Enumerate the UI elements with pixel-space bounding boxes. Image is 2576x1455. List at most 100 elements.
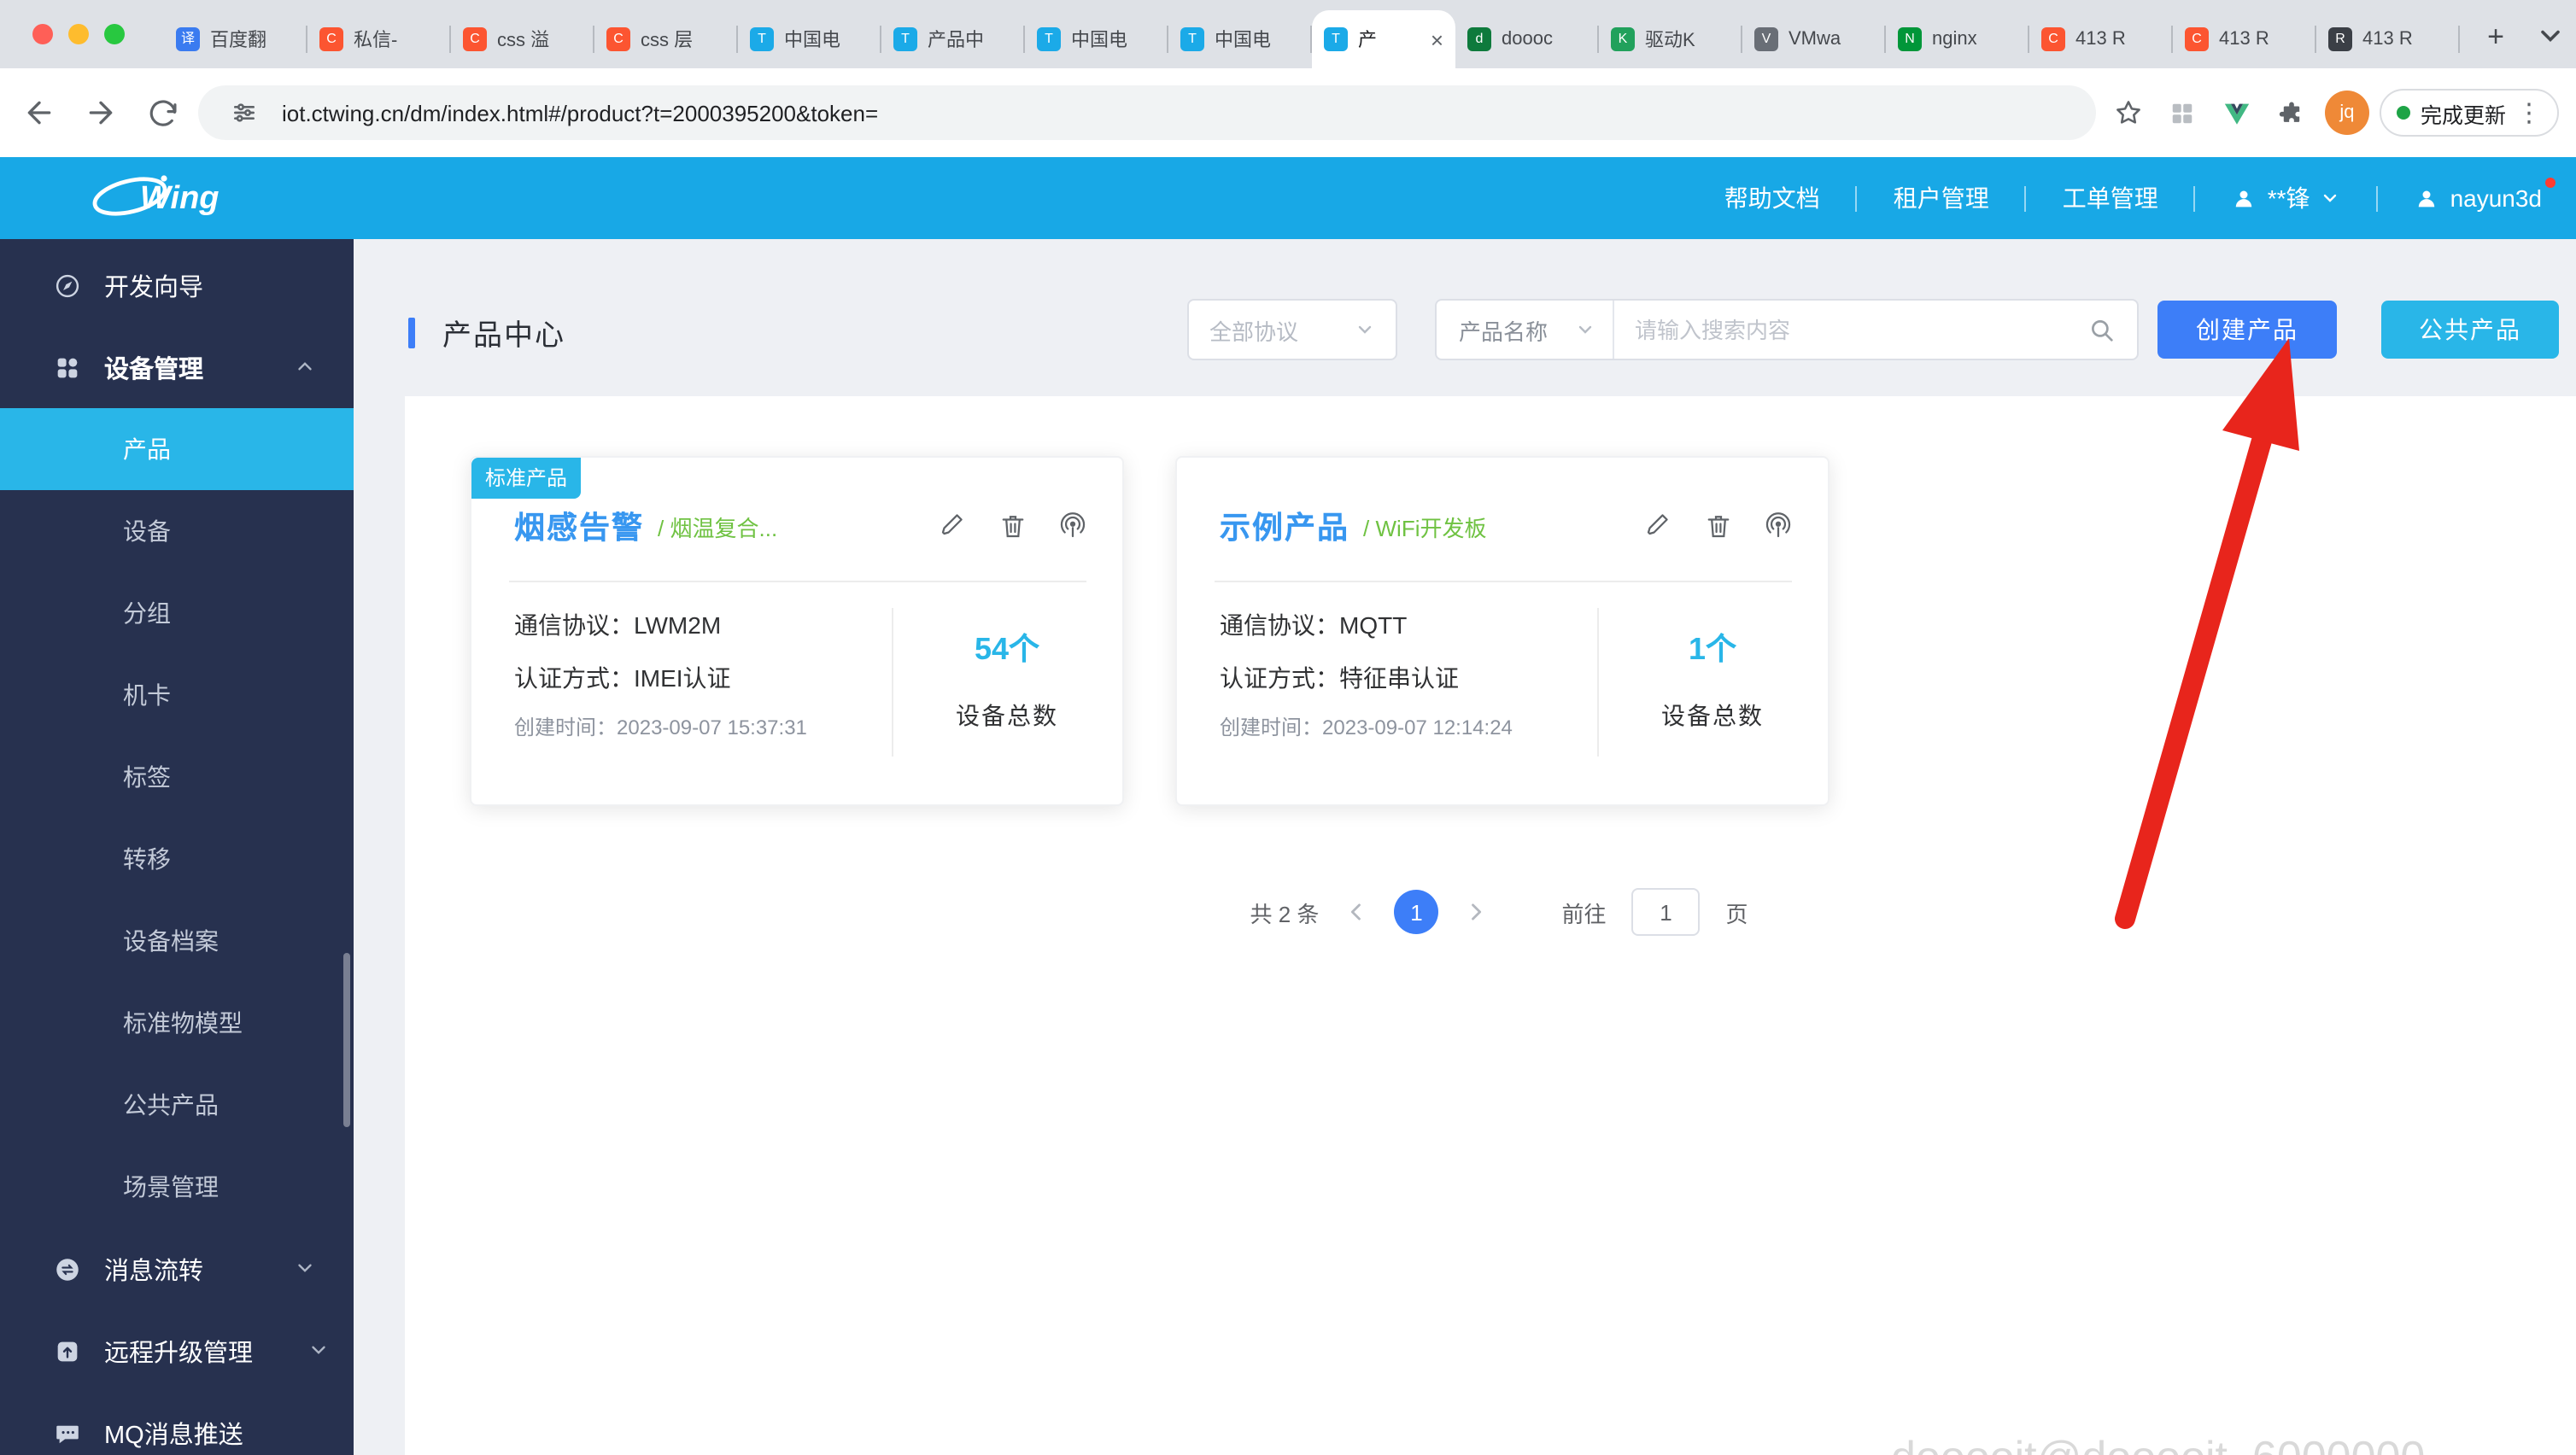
sidebar-item-standard-model[interactable]: 标准物模型 (0, 982, 354, 1064)
device-count: 1个 (1597, 625, 1828, 669)
browser-window: 译百度翻 C 私信- Ccss 溢 Ccss 层 T中国电 T产品中 T中国电 T… (0, 0, 2576, 1455)
create-product-button[interactable]: 创建产品 (2157, 301, 2337, 359)
product-card[interactable]: 标准产品 烟感告警 / 烟温复合... 通信协议： (470, 456, 1124, 806)
qudong-icon: K (1611, 27, 1635, 51)
sidebar-item-sim[interactable]: 机卡 (0, 654, 354, 736)
next-page-chevron-icon[interactable] (1464, 900, 1488, 924)
browser-tab[interactable]: Nnginx (1886, 10, 2029, 68)
edit-pencil-icon[interactable] (938, 511, 969, 541)
menu-workorder-management[interactable]: 工单管理 (2027, 181, 2194, 215)
sidebar-item-transfer[interactable]: 转移 (0, 818, 354, 900)
browser-tab[interactable]: R413 R (2316, 10, 2460, 68)
auth-row: 认证方式：IMEI认证 (514, 661, 807, 695)
forward-button[interactable] (75, 87, 126, 138)
delete-trash-icon[interactable] (1703, 511, 1734, 541)
close-window-button[interactable] (32, 24, 53, 44)
ctwing-logo[interactable]: Wing (89, 163, 273, 233)
sidebar-group-label: 消息流转 (104, 1251, 203, 1287)
sidebar-item-scene-management[interactable]: 场景管理 (0, 1146, 354, 1228)
sidebar-item-device-archive[interactable]: 设备档案 (0, 900, 354, 982)
reload-button[interactable] (137, 87, 188, 138)
user-menu-masked[interactable]: **锋 (2196, 181, 2377, 215)
browser-tab-active[interactable]: T产× (1312, 10, 1455, 68)
browser-tab[interactable]: Ccss 层 (594, 10, 738, 68)
public-product-button[interactable]: 公共产品 (2381, 301, 2559, 359)
browser-tab[interactable]: C413 R (2173, 10, 2316, 68)
delete-trash-icon[interactable] (998, 511, 1028, 541)
zoom-window-button[interactable] (104, 24, 125, 44)
csdn-icon: C (2041, 27, 2065, 51)
page-number-input[interactable] (1631, 888, 1700, 936)
tab-label: 413 R (2362, 29, 2448, 50)
browser-menu-kebab-icon[interactable]: ⋮ (2516, 100, 2542, 126)
browser-tab[interactable]: ddoooc (1455, 10, 1599, 68)
prev-page-chevron-icon[interactable] (1344, 900, 1368, 924)
browser-tab[interactable]: K驱动K (1599, 10, 1742, 68)
search-field-select[interactable]: 产品名称 (1437, 301, 1614, 359)
new-tab-button[interactable]: + (2474, 17, 2518, 61)
sidebar-item-public-product[interactable]: 公共产品 (0, 1064, 354, 1146)
tune-icon[interactable] (222, 91, 266, 135)
sidebar-item-product[interactable]: 产品 (0, 408, 354, 490)
menu-tenant-management[interactable]: 租户管理 (1858, 181, 2025, 215)
chevron-down-icon (294, 1257, 316, 1279)
browser-tab[interactable]: T中国电 (1168, 10, 1312, 68)
browser-tab[interactable]: Ccss 溢 (451, 10, 594, 68)
tab-label: 413 R (2075, 29, 2161, 50)
created-row: 创建时间：2023-09-07 15:37:31 (514, 710, 807, 745)
vmware-icon: V (1754, 27, 1778, 51)
sidebar-item-device-management[interactable]: 设备管理 (0, 326, 354, 408)
tab-close-icon[interactable]: × (1431, 28, 1443, 50)
tab-label: 产 (1358, 26, 1420, 53)
podcast-broadcast-icon[interactable] (1763, 511, 1794, 541)
tab-label: 百度翻 (210, 26, 296, 53)
address-bar[interactable]: iot.ctwing.cn/dm/index.html#/product?t=2… (198, 85, 2096, 140)
browser-tab[interactable]: C 413 R (2029, 10, 2173, 68)
browser-tab[interactable]: VVMwa (1742, 10, 1886, 68)
podcast-broadcast-icon[interactable] (1057, 511, 1088, 541)
menu-help-docs[interactable]: 帮助文档 (1689, 181, 1856, 215)
card-header: 烟感告警 / 烟温复合... (514, 502, 1088, 550)
browser-tab[interactable]: T中国电 (738, 10, 881, 68)
extensions-puzzle-icon[interactable] (2270, 91, 2315, 135)
product-title[interactable]: 烟感告警 (514, 504, 644, 548)
bookmark-star-icon[interactable] (2106, 91, 2151, 135)
csdn-icon: C (319, 27, 343, 51)
protocol-select[interactable]: 全部协议 (1187, 299, 1397, 360)
browser-tab[interactable]: T中国电 (1025, 10, 1168, 68)
sidebar-item-group[interactable]: 分组 (0, 572, 354, 654)
browser-tab[interactable]: T产品中 (881, 10, 1025, 68)
search-button[interactable] (2065, 301, 2137, 359)
card-header: 示例产品 / WiFi开发板 (1220, 502, 1794, 550)
tab-label: 私信- (354, 26, 439, 53)
auth-row: 认证方式：特征串认证 (1220, 661, 1513, 695)
search-input[interactable] (1614, 301, 2065, 359)
product-title[interactable]: 示例产品 (1220, 504, 1349, 548)
protocol-row: 通信协议：LWM2M (514, 608, 807, 642)
sidebar-scrollbar[interactable] (343, 953, 350, 1127)
user-menu-account[interactable]: nayun3d (2379, 184, 2542, 212)
sidebar-item-tag[interactable]: 标签 (0, 736, 354, 818)
browser-tab[interactable]: 译百度翻 (164, 10, 307, 68)
current-page-button[interactable]: 1 (1394, 890, 1438, 934)
browser-tab[interactable]: C 私信- (307, 10, 451, 68)
sidebar-item-mq-push[interactable]: MQ消息推送 (0, 1392, 354, 1455)
sidebar-item-message-flow[interactable]: 消息流转 (0, 1228, 354, 1310)
back-button[interactable] (14, 87, 65, 138)
sidebar-item-dev-guide[interactable]: 开发向导 (0, 244, 354, 326)
edit-pencil-icon[interactable] (1643, 511, 1674, 541)
sidebar-item-remote-upgrade[interactable]: 远程升级管理 (0, 1310, 354, 1392)
product-card[interactable]: 示例产品 / WiFi开发板 通信协议：MQTT 认证方式：特征 (1175, 456, 1830, 806)
chrome-update-button[interactable]: 完成更新 ⋮ (2380, 89, 2559, 137)
sidebar-item-device[interactable]: 设备 (0, 490, 354, 572)
standard-product-badge: 标准产品 (471, 458, 581, 499)
tab-search-chevron-icon[interactable] (2535, 20, 2566, 51)
minimize-window-button[interactable] (68, 24, 89, 44)
screenshot-extension-icon[interactable] (2161, 91, 2205, 135)
person-icon (2415, 185, 2440, 211)
update-button-label: 完成更新 (2421, 96, 2506, 129)
sidebar-group-label: 设备管理 (104, 349, 203, 385)
doooc-icon: d (1467, 27, 1491, 51)
profile-avatar[interactable]: jq (2325, 91, 2369, 135)
vue-devtools-icon[interactable] (2216, 91, 2260, 135)
